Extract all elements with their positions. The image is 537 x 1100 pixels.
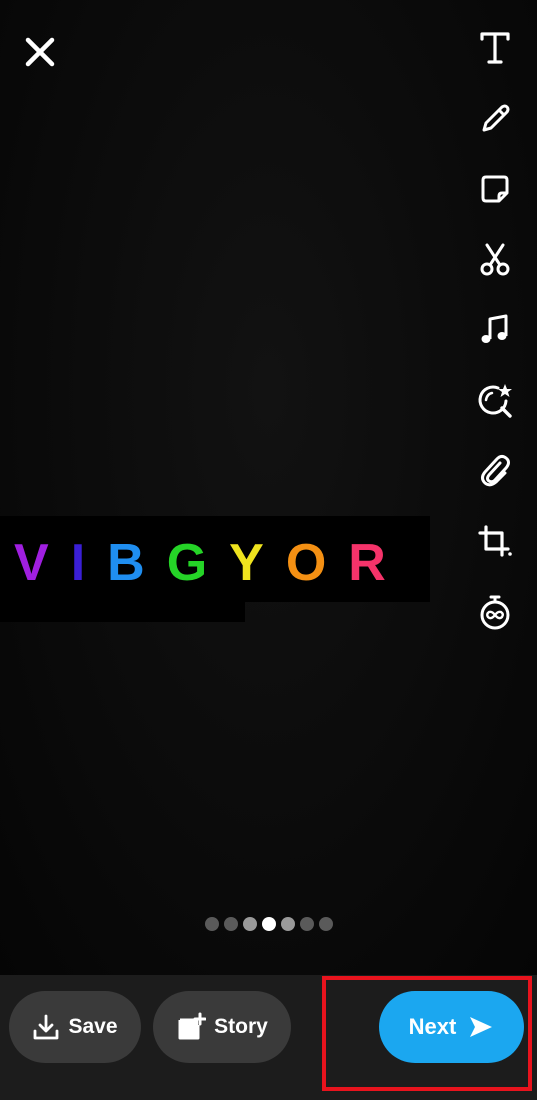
save-label: Save bbox=[68, 1015, 118, 1038]
story-label: Story bbox=[214, 1015, 268, 1038]
save-button[interactable]: Save bbox=[9, 991, 141, 1063]
page-dot-active bbox=[261, 917, 276, 931]
lens-sparkle-icon[interactable] bbox=[475, 381, 515, 421]
paperclip-icon[interactable] bbox=[475, 451, 515, 491]
page-dot bbox=[299, 917, 314, 931]
next-button[interactable]: Next bbox=[379, 991, 524, 1063]
crop-icon[interactable] bbox=[475, 522, 515, 562]
page-indicator bbox=[0, 917, 537, 931]
page-dot bbox=[318, 917, 333, 931]
story-button[interactable]: Story bbox=[153, 991, 291, 1063]
caption-letter: B bbox=[107, 534, 145, 592]
page-dot bbox=[223, 917, 238, 931]
download-icon bbox=[34, 1014, 59, 1040]
caption-letter: G bbox=[166, 534, 208, 592]
bottom-action-bar: Save Story Next bbox=[0, 975, 537, 1100]
music-icon[interactable] bbox=[475, 310, 515, 350]
page-dot bbox=[204, 917, 219, 931]
caption-letter: Y bbox=[229, 534, 264, 592]
send-arrow-icon bbox=[470, 1017, 493, 1037]
caption-letter: I bbox=[70, 534, 86, 592]
page-dot bbox=[280, 917, 295, 931]
scissors-icon[interactable] bbox=[475, 240, 515, 280]
editing-toolbar bbox=[475, 28, 515, 663]
add-story-icon bbox=[178, 1012, 207, 1040]
caption-text: V I B G Y O R bbox=[14, 528, 408, 598]
caption-letter: V bbox=[14, 534, 49, 592]
next-label: Next bbox=[408, 1014, 457, 1039]
snap-canvas[interactable] bbox=[0, 0, 537, 975]
caption-letter: R bbox=[348, 534, 386, 592]
text-caption[interactable]: V I B G Y O R bbox=[0, 516, 430, 622]
timer-loop-icon[interactable] bbox=[475, 592, 515, 632]
sticker-icon[interactable] bbox=[475, 169, 515, 209]
text-icon[interactable] bbox=[475, 28, 515, 68]
close-icon[interactable] bbox=[22, 34, 58, 70]
caption-letter: O bbox=[285, 534, 327, 592]
pencil-icon[interactable] bbox=[475, 99, 515, 139]
page-dot bbox=[242, 917, 257, 931]
